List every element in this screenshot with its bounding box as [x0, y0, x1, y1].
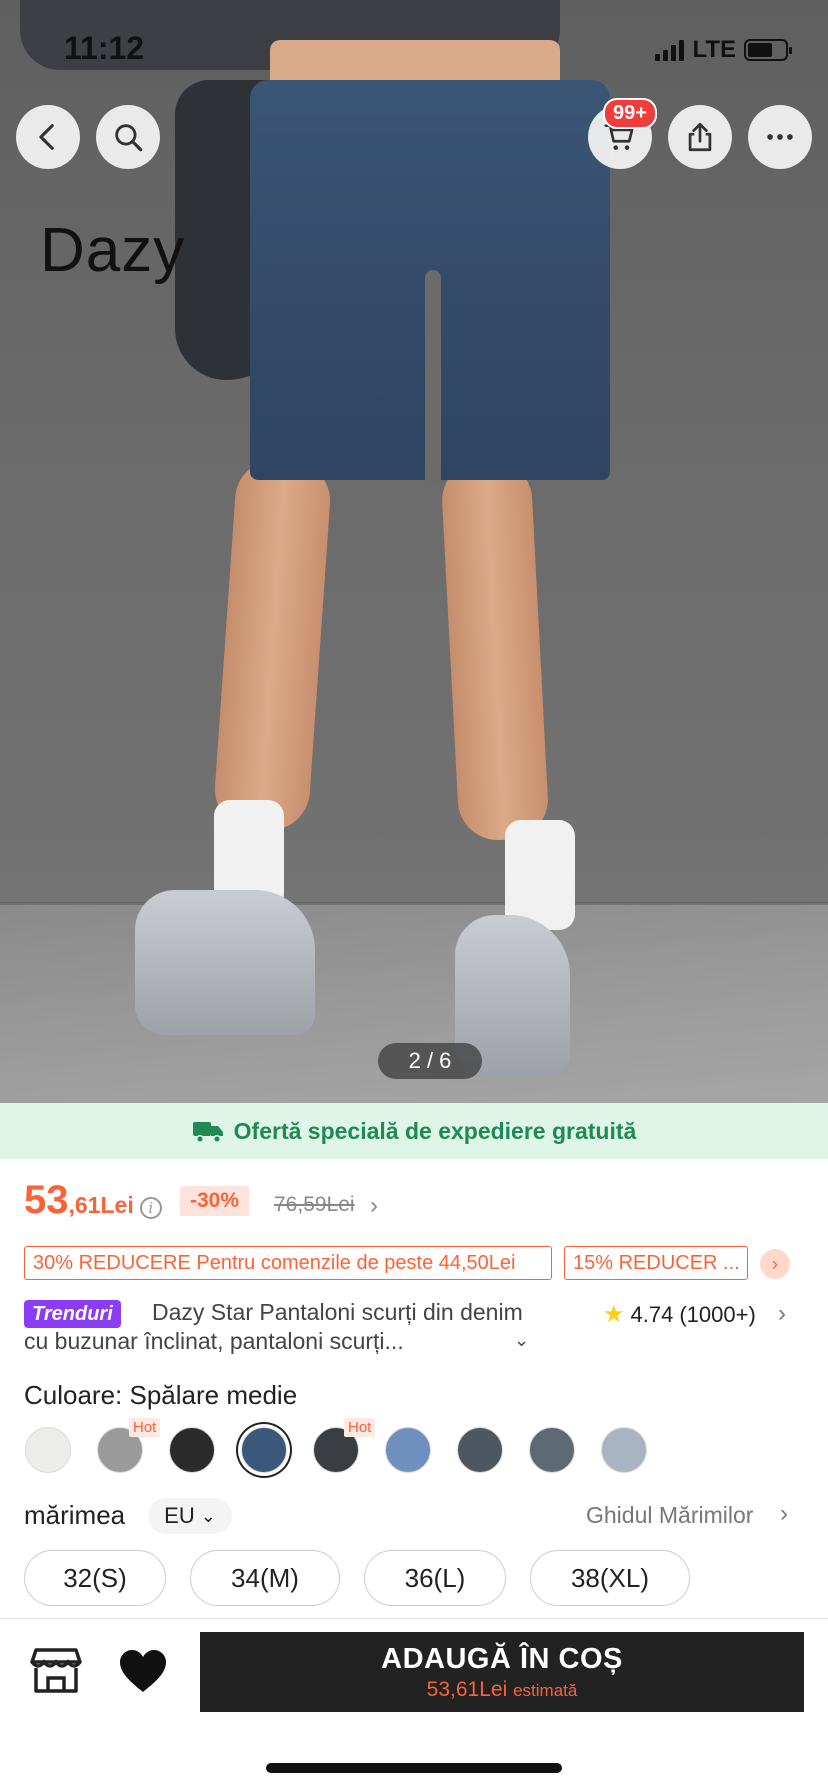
color-swatch[interactable] [25, 1427, 71, 1473]
add-to-cart-label: ADAUGĂ ÎN COȘ [381, 1642, 623, 1675]
color-swatch[interactable] [169, 1427, 215, 1473]
size-option[interactable]: 36(L) [364, 1550, 506, 1606]
brand-watermark: Dazy [40, 216, 186, 285]
image-floor-edge [0, 902, 828, 905]
status-indicators: LTE [655, 36, 792, 64]
image-sneaker-left [135, 890, 315, 1035]
rating-chevron-right-icon[interactable]: › [778, 1300, 786, 1328]
size-system-value: EU [164, 1503, 195, 1528]
size-option[interactable]: 32(S) [24, 1550, 166, 1606]
trend-badge: Trenduri [24, 1300, 121, 1328]
color-label: Culoare: Spălare medie [24, 1380, 298, 1410]
cart-count-badge: 99+ [603, 98, 657, 129]
color-swatch[interactable] [601, 1427, 647, 1473]
coupon-1[interactable]: 30% REDUCERE Pentru comenzile de peste 4… [24, 1246, 552, 1280]
share-button[interactable] [668, 105, 732, 169]
more-button[interactable] [748, 105, 812, 169]
battery-icon [744, 39, 792, 61]
hot-tag: Hot [344, 1418, 376, 1437]
color-swatch[interactable] [457, 1427, 503, 1473]
info-icon[interactable]: i [139, 1197, 162, 1219]
signal-icon [655, 39, 685, 61]
image-shorts-gap [425, 270, 441, 485]
size-label: mărimea [24, 1500, 126, 1530]
chevron-down-icon: ⌄ [200, 1505, 216, 1526]
add-to-cart-button[interactable]: ADAUGĂ ÎN COȘ 53,61Lei estimată [200, 1632, 804, 1712]
chevron-left-icon [39, 124, 54, 150]
image-denim-shorts [250, 80, 610, 485]
status-time: 11:12 [64, 30, 145, 66]
discount-badge: -30% [180, 1186, 250, 1216]
image-leg-right [440, 457, 550, 843]
price: 53 ,61Lei i [24, 1178, 162, 1228]
divider [0, 1618, 828, 1619]
chevron-right-icon[interactable]: › [370, 1192, 378, 1220]
color-swatch[interactable] [529, 1427, 575, 1473]
size-guide-chevron-right-icon[interactable]: › [780, 1500, 788, 1528]
coupons-more-chevron-icon[interactable]: › [760, 1249, 790, 1279]
image-sock-right [505, 820, 575, 930]
size-guide-link[interactable]: Ghidul Mărimilor [586, 1502, 753, 1529]
store-icon[interactable] [30, 1646, 82, 1694]
estimated-price: 53,61Lei estimată [426, 1677, 578, 1701]
wishlist-heart-icon[interactable] [118, 1648, 168, 1694]
image-leg-left [212, 457, 333, 833]
color-swatch[interactable] [385, 1427, 431, 1473]
share-icon [688, 122, 712, 152]
network-label: LTE [692, 36, 736, 63]
image-counter: 2 / 6 [378, 1043, 482, 1079]
back-button[interactable] [16, 105, 80, 169]
star-icon: ★ [603, 1301, 625, 1328]
truck-icon [192, 1122, 223, 1144]
search-icon [115, 124, 143, 152]
free-shipping-banner[interactable]: Ofertă specială de expediere gratuită [0, 1103, 828, 1159]
size-option[interactable]: 38(XL) [530, 1550, 690, 1606]
rating-count: (1000+) [679, 1301, 756, 1327]
shipping-text: Ofertă specială de expediere gratuită [233, 1117, 637, 1144]
hot-tag: Hot [129, 1418, 161, 1437]
price-decimals: ,61Lei [68, 1192, 134, 1218]
home-indicator[interactable] [266, 1763, 562, 1773]
price-main: 53 [24, 1178, 69, 1222]
original-price[interactable]: 76,59Lei [274, 1193, 355, 1217]
rating[interactable]: ★ 4.74 (1000+) [603, 1300, 756, 1329]
search-button[interactable] [96, 105, 160, 169]
coupon-2[interactable]: 15% REDUCER ... [564, 1246, 748, 1280]
color-swatch[interactable] [241, 1427, 287, 1473]
rating-value: 4.74 [630, 1301, 674, 1327]
size-option[interactable]: 34(M) [190, 1550, 340, 1606]
more-dots-icon [767, 134, 793, 140]
size-system-select[interactable]: EU ⌄ [148, 1498, 232, 1534]
expand-chevron-down-icon[interactable]: ⌄ [514, 1330, 529, 1351]
